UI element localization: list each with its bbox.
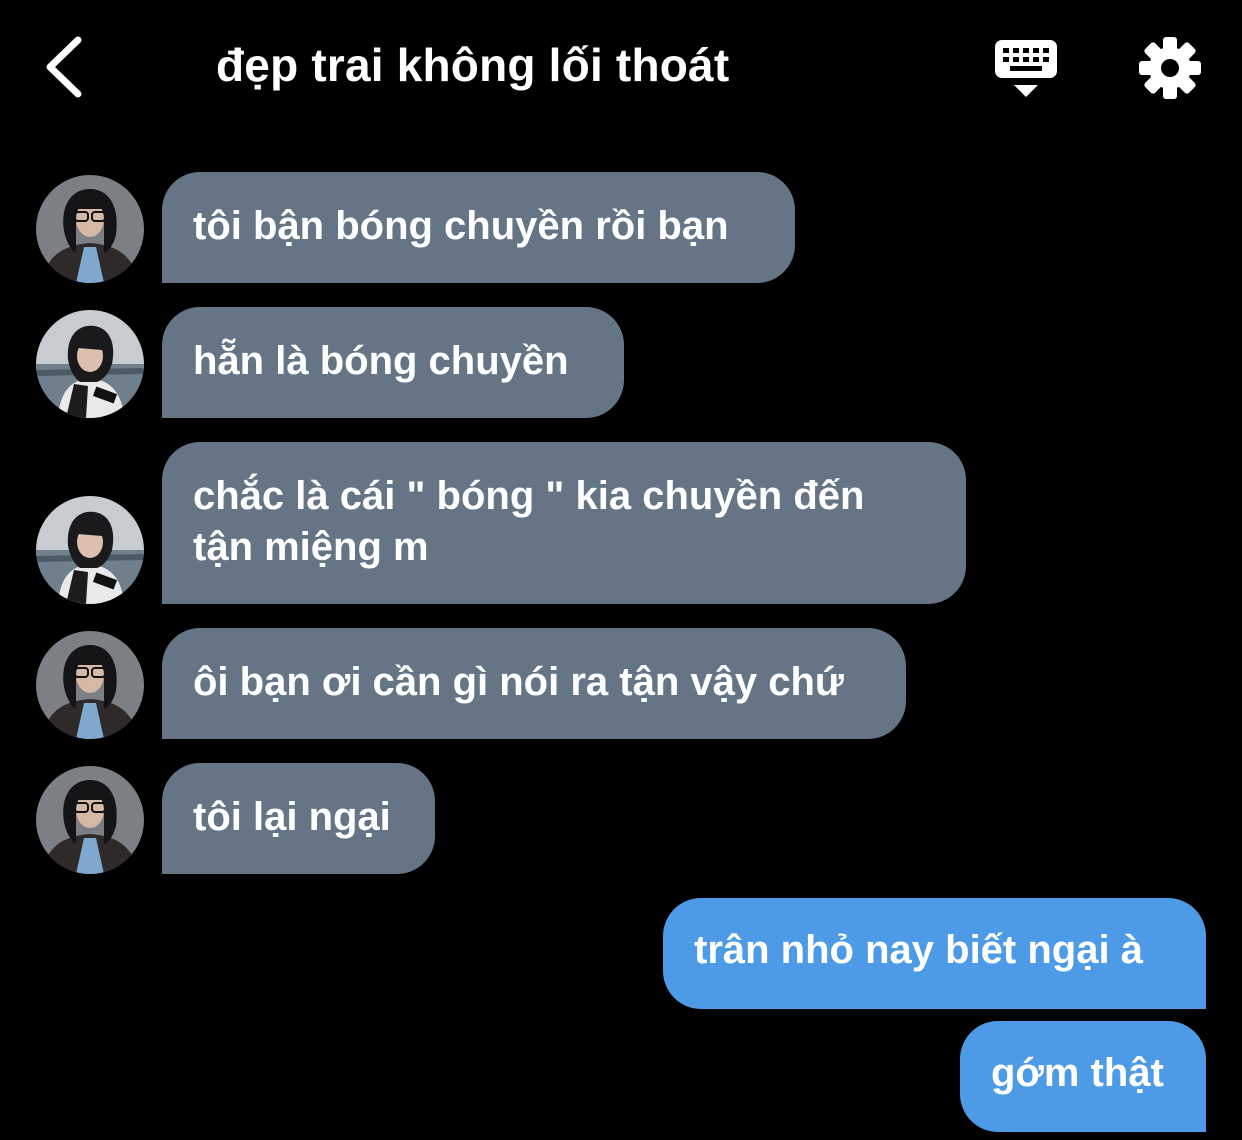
message-line: chắc là cái " bóng " kia chuyền đến (193, 474, 865, 518)
outgoing-message[interactable]: trân nhỏ nay biết ngại à (663, 898, 1206, 1009)
avatar-studio-image (36, 175, 144, 283)
message-line: ôi bạn ơi cần gì nói ra tận vậy chứ (193, 660, 844, 704)
incoming-message[interactable]: hẵn là bóng chuyền (162, 307, 624, 418)
avatar[interactable] (36, 631, 144, 739)
message-line: gớm thật (991, 1051, 1164, 1095)
gear-icon (1139, 37, 1201, 99)
avatar[interactable] (36, 496, 144, 604)
incoming-message[interactable]: tôi bận bóng chuyền rồi bạn (162, 172, 795, 283)
keyboard-icon (995, 40, 1057, 97)
message-line: tôi bận bóng chuyền rồi bạn (193, 204, 729, 248)
settings-button[interactable] (1138, 36, 1202, 100)
avatar-seaside-image (36, 310, 144, 418)
back-button[interactable] (40, 32, 96, 102)
keyboard-button[interactable] (993, 38, 1059, 100)
chat-title: đẹp trai không lối thoát (216, 39, 730, 91)
message-line: trân nhỏ nay biết ngại à (694, 928, 1143, 972)
outgoing-message[interactable]: gớm thật (960, 1021, 1206, 1132)
avatar-studio-image (36, 766, 144, 874)
avatar-studio-image (36, 631, 144, 739)
avatar[interactable] (36, 310, 144, 418)
incoming-message[interactable]: ôi bạn ơi cần gì nói ra tận vậy chứ (162, 628, 906, 739)
message-line: tận miệng m (193, 525, 429, 569)
avatar[interactable] (36, 766, 144, 874)
incoming-message[interactable]: chắc là cái " bóng " kia chuyền đến tận … (162, 442, 966, 604)
chat-header: đẹp trai không lối thoát (0, 0, 1242, 135)
message-line: tôi lại ngại (193, 795, 391, 839)
avatar[interactable] (36, 175, 144, 283)
avatar-seaside-image (36, 496, 144, 604)
message-line: hẵn là bóng chuyền (193, 339, 569, 383)
chevron-left-icon (46, 36, 82, 98)
incoming-message[interactable]: tôi lại ngại (162, 763, 435, 874)
